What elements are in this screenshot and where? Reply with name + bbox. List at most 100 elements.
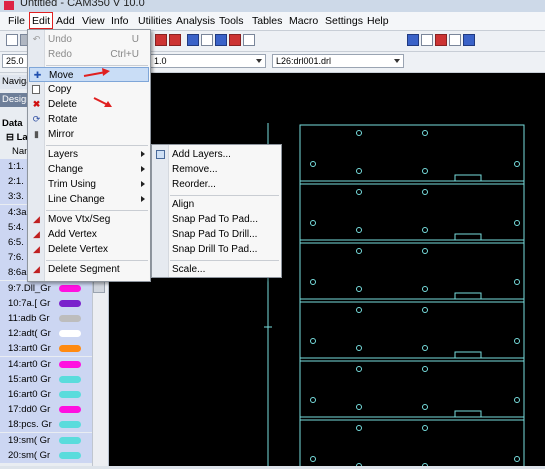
- copy-icon: [32, 85, 40, 94]
- layer-name: 14:art0 Gr: [8, 358, 51, 370]
- menu-tables[interactable]: Tables: [252, 15, 282, 27]
- menu-separator: [170, 195, 279, 196]
- drill-hole: [356, 307, 362, 313]
- layer-color-swatch[interactable]: [59, 375, 81, 383]
- layers-node[interactable]: ⊟ La: [4, 131, 28, 145]
- menu-item-layers[interactable]: Layers: [29, 147, 149, 162]
- menu-item-rotate[interactable]: ⟳ Rotate: [29, 112, 149, 127]
- menu-utilities[interactable]: Utilities: [138, 15, 172, 27]
- layer-row[interactable]: 19:sm( Gr: [0, 432, 92, 448]
- menu-item-snap-pad-to-drill[interactable]: Snap Pad To Drill...: [153, 227, 280, 242]
- value-combo[interactable]: 1.0: [150, 54, 266, 68]
- layer-color-swatch[interactable]: [59, 315, 81, 322]
- drill-hole: [356, 227, 362, 233]
- zoom-field[interactable]: 25.0: [2, 54, 28, 68]
- grid-icon[interactable]: [201, 34, 213, 46]
- menu-settings[interactable]: Settings: [325, 15, 363, 27]
- layer-name: 12:adt( Gr: [8, 328, 51, 340]
- menu-item-trim-using[interactable]: Trim Using: [29, 177, 149, 192]
- menu-item-move-vtx-seg[interactable]: ◢ Move Vtx/Seg: [29, 212, 149, 227]
- drill-hole: [514, 338, 520, 344]
- layer-row[interactable]: 15:art0 Gr: [0, 371, 92, 387]
- layer-color-swatch[interactable]: [59, 284, 81, 292]
- menu-add[interactable]: Add: [56, 15, 75, 27]
- layer-color-swatch[interactable]: [59, 406, 81, 414]
- layer-row[interactable]: 11:adb Gr: [0, 311, 92, 326]
- menu-item-line-change[interactable]: Line Change: [29, 192, 149, 207]
- tool-icon[interactable]: [187, 34, 199, 46]
- menu-help[interactable]: Help: [367, 15, 389, 27]
- layer-name: 17:dd0 Gr: [8, 404, 51, 416]
- drill-hole: [310, 456, 316, 462]
- layer-color-swatch[interactable]: [59, 345, 81, 353]
- rotate-icon[interactable]: [449, 34, 461, 46]
- layer-row[interactable]: 13:art0 Gr: [0, 341, 92, 357]
- menu-macro[interactable]: Macro: [289, 15, 318, 27]
- chevron-down-icon: [256, 59, 262, 63]
- menu-item-remove[interactable]: Remove...: [153, 162, 280, 177]
- layer-color-swatch[interactable]: [59, 360, 81, 368]
- menu-item-delete-segment[interactable]: ◢ Delete Segment: [29, 262, 149, 277]
- tab-design[interactable]: Design: [0, 93, 32, 107]
- tool-icon[interactable]: [229, 34, 241, 46]
- delete-vertex-icon: ◢: [33, 244, 40, 254]
- menu-item-undo[interactable]: ↶ Undo U: [29, 32, 149, 47]
- menu-item-change[interactable]: Change: [29, 162, 149, 177]
- layer-row[interactable]: 12:adt( Gr: [0, 326, 92, 342]
- drill-hole: [514, 279, 520, 285]
- layer-name: 18:pcs. Gr: [8, 419, 52, 431]
- menu-item-snap-pad-to-pad[interactable]: Snap Pad To Pad...: [153, 212, 280, 227]
- new-icon[interactable]: [6, 34, 18, 46]
- menu-edit[interactable]: Edit: [29, 12, 54, 29]
- menu-file[interactable]: File: [8, 15, 25, 27]
- layer-color-swatch[interactable]: [59, 436, 81, 444]
- tool-icon[interactable]: [155, 34, 167, 46]
- layer-row[interactable]: 10:7a.[ Gr: [0, 295, 92, 311]
- layer-color-swatch[interactable]: [59, 421, 81, 429]
- mirror-icon: ▮: [34, 129, 39, 139]
- move-icon[interactable]: [407, 34, 419, 46]
- layer-row[interactable]: 18:pcs. Gr: [0, 417, 92, 433]
- layer-combo[interactable]: L26:drl001.drl: [272, 54, 404, 68]
- menu-item-copy[interactable]: Copy: [29, 82, 149, 97]
- tool-icon[interactable]: [215, 34, 227, 46]
- menu-item-add-layers[interactable]: Add Layers...: [153, 147, 280, 162]
- layer-row[interactable]: 14:art0 Gr: [0, 356, 92, 372]
- layer-color-swatch[interactable]: [59, 451, 81, 459]
- drill-hole: [422, 227, 428, 233]
- copy-icon[interactable]: [421, 34, 433, 46]
- layer-row[interactable]: 17:dd0 Gr: [0, 402, 92, 418]
- board-outline: [299, 242, 525, 300]
- tool-icon[interactable]: [243, 34, 255, 46]
- menu-item-reorder[interactable]: Reorder...: [153, 177, 280, 192]
- menu-tools[interactable]: Tools: [219, 15, 244, 27]
- menu-item-add-vertex[interactable]: ◢ Add Vertex: [29, 227, 149, 242]
- layer-row[interactable]: 20:sm( Gr: [0, 447, 92, 463]
- menu-analysis[interactable]: Analysis: [176, 15, 215, 27]
- drill-hole: [422, 130, 428, 136]
- tool-icon[interactable]: [169, 34, 181, 46]
- drill-hole: [356, 168, 362, 174]
- layer-color-swatch[interactable]: [59, 330, 81, 338]
- delete-icon[interactable]: [435, 34, 447, 46]
- menu-item-delete-vertex[interactable]: ◢ Delete Vertex: [29, 242, 149, 257]
- drill-hole: [310, 279, 316, 285]
- menu-item-snap-drill-to-pad[interactable]: Snap Drill To Pad...: [153, 242, 280, 257]
- submenu-arrow-icon: [141, 166, 145, 172]
- drill-hole: [514, 456, 520, 462]
- menu-view[interactable]: View: [82, 15, 105, 27]
- menu-info[interactable]: Info: [111, 15, 129, 27]
- menu-item-mirror[interactable]: ▮ Mirror: [29, 127, 149, 142]
- move-vertex-icon: ◢: [33, 214, 40, 224]
- mirror-icon[interactable]: [463, 34, 475, 46]
- layer-color-swatch[interactable]: [59, 299, 81, 307]
- menu-item-redo[interactable]: Redo Ctrl+U: [29, 47, 149, 62]
- layer-combo-text: L26:drl001.drl: [276, 56, 332, 66]
- layer-row[interactable]: 9:7.Dll_Gr: [0, 280, 92, 296]
- menu-item-align[interactable]: Align: [153, 197, 280, 212]
- layer-color-swatch[interactable]: [59, 391, 81, 398]
- drill-hole: [310, 220, 316, 226]
- menu-item-delete[interactable]: ✖ Delete: [29, 97, 149, 112]
- menu-item-scale[interactable]: Scale...: [153, 262, 280, 277]
- layer-row[interactable]: 16:art0 Gr: [0, 387, 92, 402]
